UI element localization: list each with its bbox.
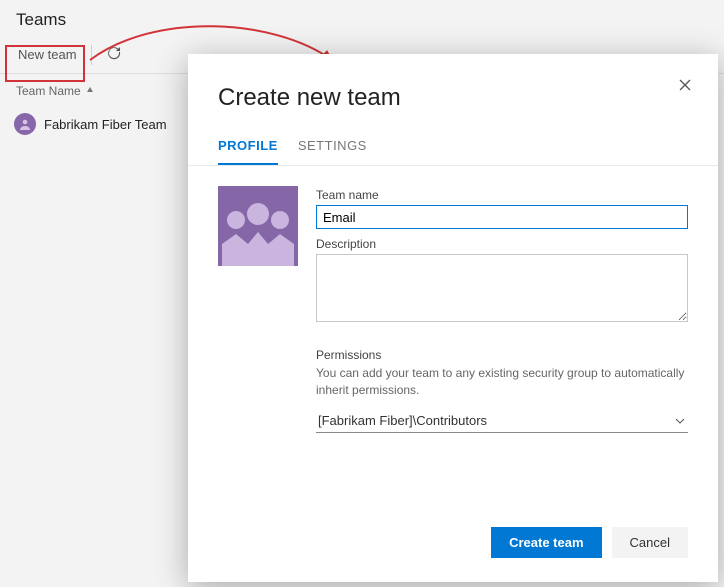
tab-settings[interactable]: SETTINGS	[298, 130, 367, 165]
permissions-select-value: [Fabrikam Fiber]\Contributors	[316, 409, 688, 432]
page-title: Teams	[0, 0, 724, 36]
cancel-button[interactable]: Cancel	[612, 527, 688, 558]
refresh-button[interactable]	[98, 41, 130, 68]
team-name-label: Team name	[316, 188, 688, 202]
permissions-help-text: You can add your team to any existing se…	[316, 365, 688, 399]
permissions-select[interactable]: [Fabrikam Fiber]\Contributors	[316, 409, 688, 433]
description-label: Description	[316, 237, 688, 251]
sort-ascending-icon	[85, 84, 95, 98]
description-textarea[interactable]	[316, 254, 688, 322]
dialog-tabs: PROFILE SETTINGS	[188, 112, 718, 166]
toolbar-divider	[91, 45, 92, 65]
team-name-input[interactable]	[316, 205, 688, 229]
team-avatar-icon	[14, 113, 36, 135]
create-team-button[interactable]: Create team	[491, 527, 601, 558]
team-avatar-placeholder[interactable]	[218, 186, 298, 266]
close-button[interactable]	[676, 76, 694, 97]
permissions-label: Permissions	[316, 348, 688, 362]
column-header-label: Team Name	[16, 84, 81, 98]
refresh-icon	[106, 49, 122, 64]
tab-profile[interactable]: PROFILE	[218, 130, 278, 165]
people-icon	[218, 186, 298, 266]
new-team-button[interactable]: New team	[10, 41, 85, 68]
dialog-title: Create new team	[218, 84, 401, 112]
create-team-dialog: Create new team PROFILE SETTINGS Team na…	[188, 54, 718, 582]
close-icon	[678, 80, 692, 95]
team-name-cell: Fabrikam Fiber Team	[44, 117, 167, 132]
